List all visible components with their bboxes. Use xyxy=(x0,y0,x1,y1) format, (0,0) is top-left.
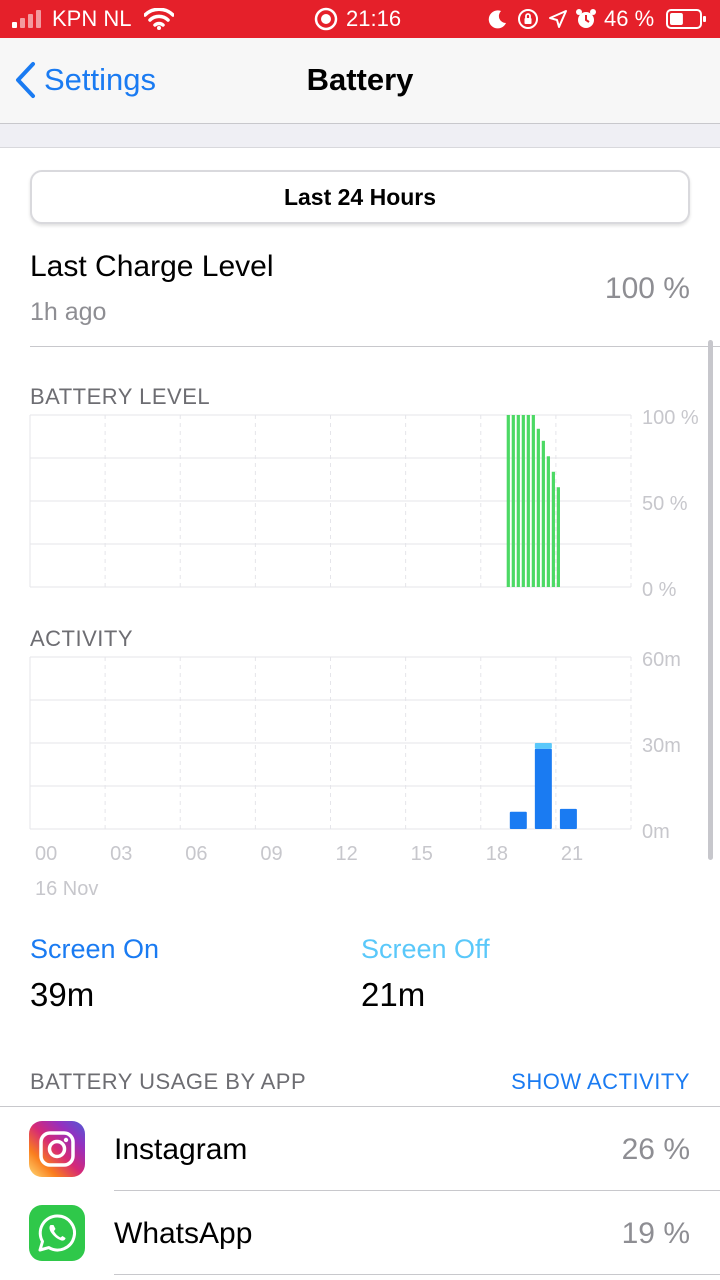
battery-bar xyxy=(521,415,525,587)
show-activity-button[interactable]: SHOW ACTIVITY xyxy=(511,1069,690,1095)
activity-x-tick: 15 xyxy=(411,843,433,865)
last-charge-value: 100 % xyxy=(604,272,690,305)
page-title: Battery xyxy=(306,62,414,97)
activity-y-tick: 0m xyxy=(642,821,670,843)
carrier-name: KPN NL xyxy=(52,6,132,31)
activity-bar xyxy=(534,743,552,749)
usage-header-title: BATTERY USAGE BY APP xyxy=(30,1069,307,1094)
battery-level-chart: 100 % 50 % 0 % xyxy=(29,407,699,601)
whatsapp-icon xyxy=(29,1205,85,1261)
app-percent: 19 % xyxy=(621,1217,690,1250)
location-icon xyxy=(548,0,568,38)
segment-selected-label: Last 24 Hours xyxy=(283,183,437,210)
activity-x-tick: 09 xyxy=(260,843,282,865)
activity-bar xyxy=(534,748,552,829)
activity-bar xyxy=(559,808,577,829)
time-range-segment[interactable]: Last 24 Hours xyxy=(30,170,690,224)
battery-bar xyxy=(541,440,545,587)
battery-bar xyxy=(531,415,535,587)
usage-header: BATTERY USAGE BY APP SHOW ACTIVITY xyxy=(0,1056,720,1108)
activity-y-tick: 30m xyxy=(642,735,681,757)
activity-x-tick: 21 xyxy=(561,843,583,865)
last-charge-title: Last Charge Level xyxy=(30,250,274,283)
screen-on-value: 39m xyxy=(30,976,95,1013)
app-name: WhatsApp xyxy=(114,1217,253,1250)
activity-y-tick: 60m xyxy=(642,649,681,671)
activity-chart: 60m 30m 0m 00 03 06 09 12 15 18 21 16 Nov xyxy=(29,649,681,900)
scroll-indicator[interactable] xyxy=(708,340,713,860)
clock-time: 21:16 xyxy=(346,6,402,31)
screen-off-value: 21m xyxy=(361,976,426,1013)
battery-bar xyxy=(526,415,530,587)
activity-x-tick: 18 xyxy=(486,843,508,865)
activity-x-tick: 03 xyxy=(110,843,132,865)
instagram-icon xyxy=(29,1121,85,1177)
section-separator xyxy=(0,124,720,148)
wifi-icon xyxy=(144,0,174,38)
app-name: Instagram xyxy=(114,1133,248,1166)
battery-y-tick: 100 % xyxy=(642,407,699,429)
navigation-bar: Settings Battery xyxy=(0,38,720,124)
battery-y-tick: 50 % xyxy=(642,493,688,515)
battery-bar xyxy=(546,456,550,587)
battery-bar xyxy=(511,415,515,587)
screen-on-label: Screen On xyxy=(30,934,160,964)
divider xyxy=(30,346,720,347)
battery-percent: 46 % xyxy=(604,6,655,31)
date-label: 16 Nov xyxy=(35,878,98,900)
battery-y-tick: 0 % xyxy=(642,579,677,601)
screen-off-label: Screen Off xyxy=(361,934,490,964)
battery-bar xyxy=(506,415,510,587)
battery-bar xyxy=(516,415,520,587)
battery-bar xyxy=(551,471,555,587)
last-charge-subtitle: 1h ago xyxy=(30,298,107,326)
recording-icon xyxy=(314,0,338,38)
battery-icon xyxy=(666,0,708,38)
activity-x-tick: 00 xyxy=(35,843,57,865)
battery-bar xyxy=(556,487,560,587)
app-row-whatsapp[interactable]: WhatsApp 19 % xyxy=(0,1191,720,1275)
alarm-icon xyxy=(574,0,598,38)
activity-x-tick: 06 xyxy=(185,843,207,865)
app-row-instagram[interactable]: Instagram 26 % xyxy=(0,1107,720,1191)
activity-x-tick: 12 xyxy=(336,843,358,865)
battery-bar xyxy=(536,428,540,587)
activity-bar xyxy=(509,811,527,829)
row-divider xyxy=(114,1274,720,1275)
app-percent: 26 % xyxy=(621,1133,690,1166)
rotation-lock-icon xyxy=(516,0,540,38)
status-bar: KPN NL 21:16 46 % xyxy=(0,0,720,38)
signal-icon xyxy=(12,0,44,38)
moon-icon xyxy=(488,0,508,38)
